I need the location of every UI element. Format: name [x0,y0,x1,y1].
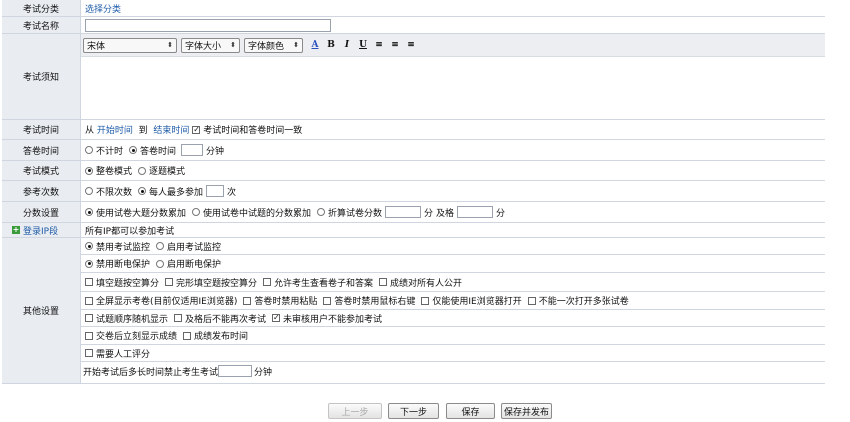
one-by-one-radio[interactable]: 逐题模式 [138,164,185,177]
align-center-icon[interactable]: ≡ [389,40,401,50]
attempts-input[interactable] [206,185,225,197]
checkmark-icon: ✓ [272,313,281,322]
editor-toolbar: 宋体 ⬍ 字体大小 ⬍ 字体颜色 ⬍ A B I U ≡ ≡ ≡ [81,34,825,57]
option-checkbox[interactable]: 成绩发布时间 [183,329,248,342]
exam-name-input[interactable] [85,18,331,32]
text-color-icon[interactable]: A [309,40,321,50]
answer-time-label: 答卷时间 [2,140,81,160]
row-category: 考试分类 选择分类 [2,0,825,17]
chevron-icon: ⬍ [230,41,236,49]
row-notes: 考试须知 宋体 ⬍ 字体大小 ⬍ 字体颜色 ⬍ A B I U ≡ ≡ ≡ [2,34,825,120]
start-time-link[interactable]: 开始时间 [97,123,133,136]
enable-monitor-radio[interactable]: 启用考试监控 [156,240,221,253]
save-button[interactable]: 保存 [446,403,495,419]
late-minutes-input[interactable] [218,365,253,377]
option-checkbox[interactable]: 仅能使用IE浏览器打开 [421,294,522,307]
next-button[interactable]: 下一步 [388,403,439,419]
other-label: 其他设置 [2,238,81,383]
answer-time-radio[interactable]: 答卷时间 [129,144,176,157]
max-attempts-radio[interactable]: 每人最多参加 [138,185,203,198]
row-answer-time: 答卷时间 不计时 答卷时间 分钟 [2,140,825,161]
prev-button[interactable]: 上一步 [328,403,382,419]
font-color-select[interactable]: 字体颜色 ⬍ [244,37,303,53]
row-other: 其他设置 禁用考试监控 启用考试监控 禁用断电保护 启用断电保护 填空题按空算分… [2,238,825,384]
row-attempts: 参考次数 不限次数 每人最多参加 次 [2,181,825,202]
row-time: 考试时间 从 开始时间 到 结束时间 ✓ 考试时间和答卷时间一致 [2,120,825,140]
save-publish-button[interactable]: 保存并发布 [501,403,552,419]
same-time-checkbox[interactable]: ✓ 考试时间和答卷时间一致 [192,123,302,136]
font-family-select[interactable]: 宋体 ⬍ [83,37,177,53]
checkmark-icon: ✓ [192,124,201,134]
category-label: 考试分类 [2,0,81,16]
enable-power-protect-radio[interactable]: 启用断电保护 [156,257,221,270]
font-size-select[interactable]: 字体大小 ⬍ [181,37,240,53]
exam-settings-form: 考试分类 选择分类 考试名称 考试须知 宋体 ⬍ 字体大小 ⬍ 字体颜色 ⬍ A B … [2,0,825,384]
chevron-icon: ⬍ [293,41,299,49]
underline-icon[interactable]: U [357,40,369,50]
section-score-radio[interactable]: 使用试卷大题分数累加 [85,206,186,219]
answer-minutes-input[interactable] [181,144,204,156]
end-time-link[interactable]: 结束时间 [153,123,189,136]
notes-label: 考试须知 [2,34,81,119]
option-checkbox[interactable]: 交卷后立刻显示成绩 [85,329,177,342]
row-name: 考试名称 [2,17,825,34]
row-score: 分数设置 使用试卷大题分数累加 使用试卷中试题的分数累加 折算试卷分数 分 及格… [2,202,825,223]
select-category-link[interactable]: 选择分类 [85,2,121,15]
option-checkbox[interactable]: 试题顺序随机显示 [85,312,168,325]
time-label: 考试时间 [2,120,81,139]
option-checkbox[interactable]: 完形填空题按空算分 [165,276,257,289]
italic-icon[interactable]: I [341,40,353,50]
chevron-icon: ⬍ [167,41,173,49]
option-checkbox[interactable]: 填空题按空算分 [85,276,159,289]
align-right-icon[interactable]: ≡ [405,40,417,50]
option-checkbox[interactable]: 全屏显示考卷(目前仅适用IE浏览器) [85,294,237,307]
option-checkbox[interactable]: 及格后不能再次考试 [174,312,266,325]
option-checkbox[interactable]: 不能一次打开多张试卷 [527,294,629,307]
bold-icon[interactable]: B [325,40,337,50]
whole-paper-radio[interactable]: 整卷模式 [85,164,132,177]
disable-power-protect-radio[interactable]: 禁用断电保护 [85,257,150,270]
option-checkbox[interactable]: 成绩对所有人公开 [379,276,462,289]
score-label: 分数设置 [2,202,81,222]
option-checkbox[interactable]: 答卷时禁用鼠标右键 [323,294,415,307]
question-score-radio[interactable]: 使用试卷中试题的分数累加 [192,206,311,219]
row-ip: + 登录IP段 所有IP都可以参加考试 [2,223,825,238]
unlimited-attempts-radio[interactable]: 不限次数 [85,185,132,198]
option-checkbox[interactable]: 需要人工评分 [85,347,150,360]
mode-label: 考试模式 [2,161,81,180]
ip-text: 所有IP都可以参加考试 [85,226,175,237]
attempts-label: 参考次数 [2,181,81,201]
total-score-input[interactable] [385,206,422,218]
no-timer-radio[interactable]: 不计时 [85,144,123,157]
plus-icon: + [12,225,20,234]
row-mode: 考试模式 整卷模式 逐题模式 [2,161,825,181]
notes-editor-area[interactable] [81,57,825,119]
option-checkbox[interactable]: 答卷时禁用粘贴 [243,294,317,307]
convert-score-radio[interactable]: 折算试卷分数 [317,206,382,219]
pass-score-input[interactable] [456,206,493,218]
name-label: 考试名称 [2,17,81,33]
align-left-icon[interactable]: ≡ [373,40,385,50]
option-checkbox[interactable]: 允许考生查看卷子和答案 [263,276,373,289]
login-ip-link[interactable]: 登录IP段 [23,224,58,237]
option-checkbox[interactable]: ✓ 未审核用户不能参加考试 [272,312,382,325]
disable-monitor-radio[interactable]: 禁用考试监控 [85,240,150,253]
